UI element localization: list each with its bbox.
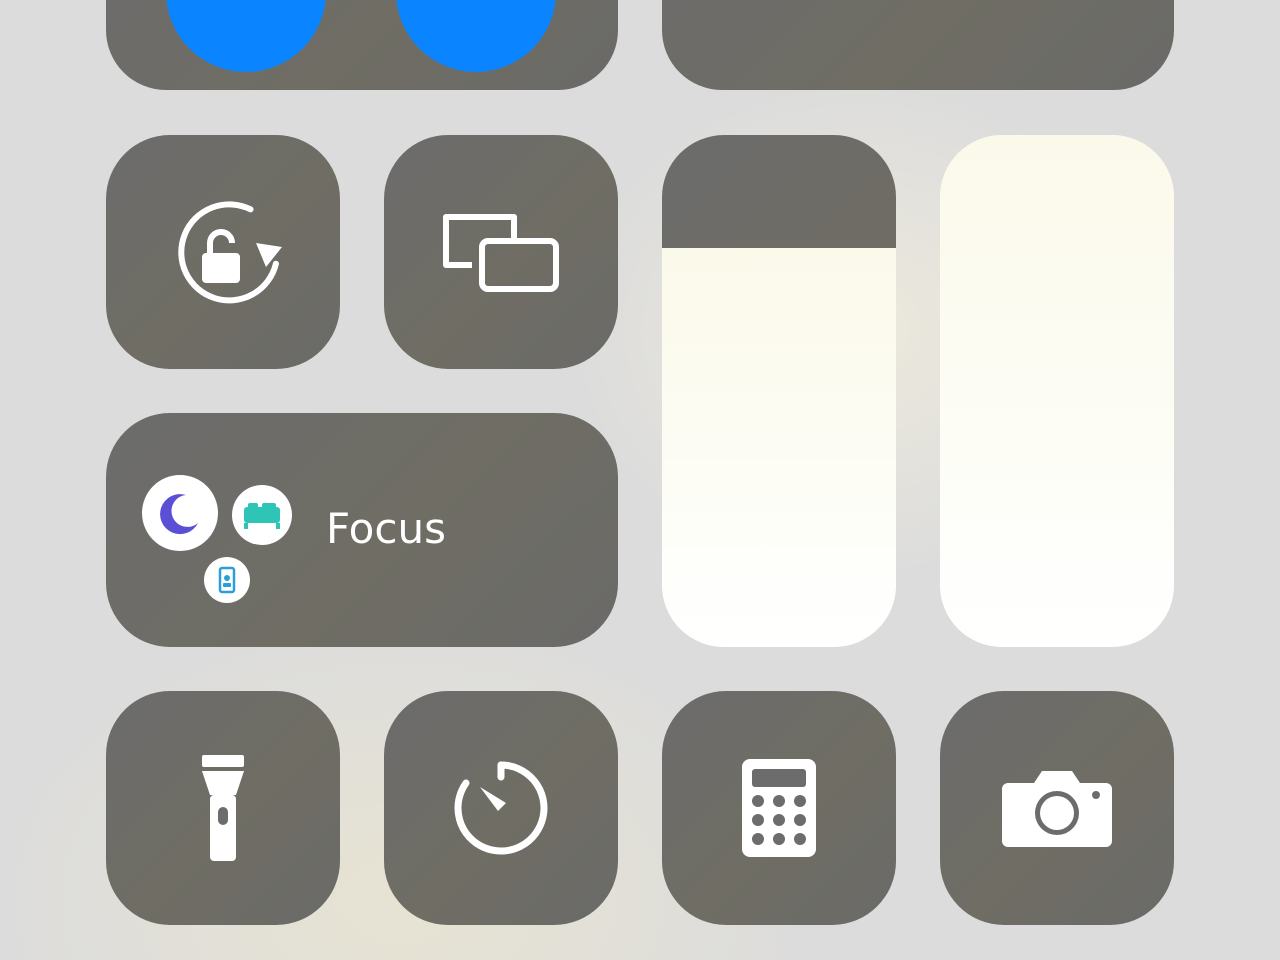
rotation-lock-icon [178,201,282,304]
connectivity-tile [106,0,618,90]
camera-button[interactable] [940,691,1174,925]
work-badge-icon [218,566,236,594]
moon-icon [160,494,198,535]
calculator-icon [742,759,816,857]
slider-fill [662,247,896,647]
volume-slider[interactable] [940,135,1174,647]
screen-mirroring-icon [443,214,559,292]
bed-icon [244,503,280,529]
flashlight-button[interactable] [106,691,340,925]
moon-mode [142,475,218,551]
brightness-slider[interactable] [662,135,896,647]
calculator-button[interactable] [662,691,896,925]
focus-label: Focus [326,504,446,553]
timer-button[interactable] [384,691,618,925]
work-mode [204,557,250,603]
sleep-mode [232,485,292,545]
timer-icon [454,761,548,855]
screen-mirroring-button[interactable] [384,135,618,369]
slider-empty-track [662,135,896,248]
camera-icon [1002,771,1112,847]
slider-fill [940,135,1174,647]
orientation-lock-button[interactable] [106,135,340,369]
connectivity-button-2[interactable] [396,0,556,72]
connectivity-button-1[interactable] [166,0,326,72]
media-tile[interactable] [662,0,1174,90]
flashlight-icon [202,755,244,861]
